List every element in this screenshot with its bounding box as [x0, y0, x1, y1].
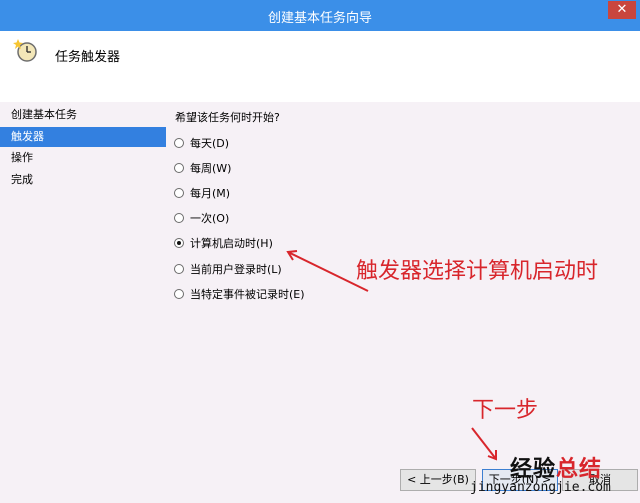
radio-circle-selected[interactable]: [174, 238, 184, 248]
radio-label: 计算机启动时(H): [190, 237, 273, 250]
sidebar-item-finish[interactable]: 完成: [0, 170, 166, 190]
wizard-steps: 创建基本任务 触发器 操作 完成: [0, 102, 166, 503]
back-button[interactable]: < 上一步(B): [400, 469, 476, 491]
watermark-logo: 经验总结: [510, 451, 602, 483]
clock-icon: [13, 39, 37, 62]
radio-monthly[interactable]: 每月(M): [174, 183, 230, 203]
close-icon[interactable]: ✕: [608, 1, 636, 19]
radio-on-event[interactable]: 当特定事件被记录时(E): [174, 284, 305, 304]
annotation-trigger-note: 触发器选择计算机启动时: [356, 259, 599, 284]
radio-label: 每周(W): [190, 162, 232, 175]
trigger-panel: 希望该任务何时开始? 每天(D) 每周(W) 每月(M) 一次(O) 计算机启动…: [166, 102, 640, 503]
radio-circle[interactable]: [174, 289, 184, 299]
radio-weekly[interactable]: 每周(W): [174, 158, 231, 178]
watermark-text-b: 总结: [556, 457, 603, 482]
wizard-header: 任务触发器: [0, 31, 640, 103]
radio-label: 一次(O): [190, 212, 230, 225]
sidebar-item-trigger[interactable]: 触发器: [0, 127, 166, 147]
watermark-text-a: 经验: [510, 457, 557, 482]
radio-label: 当前用户登录时(L): [190, 263, 282, 276]
sidebar-item-create-task[interactable]: 创建基本任务: [0, 105, 166, 125]
trigger-question: 希望该任务何时开始?: [175, 111, 280, 124]
radio-daily[interactable]: 每天(D): [174, 133, 229, 153]
radio-circle[interactable]: [174, 188, 184, 198]
radio-circle[interactable]: [174, 213, 184, 223]
radio-label: 每月(M): [190, 187, 231, 200]
window-title: 创建基本任务向导: [267, 11, 372, 26]
radio-label: 每天(D): [190, 137, 230, 150]
radio-circle[interactable]: [174, 264, 184, 274]
radio-at-startup[interactable]: 计算机启动时(H): [174, 233, 273, 253]
page-title: 任务触发器: [55, 50, 121, 65]
watermark-url: jingyanzongjie.com: [470, 480, 611, 495]
radio-circle[interactable]: [174, 138, 184, 148]
radio-label: 当特定事件被记录时(E): [190, 288, 305, 301]
title-bar: 创建基本任务向导 ✕: [0, 0, 640, 31]
annotation-next-note: 下一步: [472, 398, 539, 423]
sidebar-item-action[interactable]: 操作: [0, 148, 166, 168]
radio-once[interactable]: 一次(O): [174, 208, 229, 228]
radio-at-logon[interactable]: 当前用户登录时(L): [174, 259, 282, 279]
radio-circle[interactable]: [174, 163, 184, 173]
